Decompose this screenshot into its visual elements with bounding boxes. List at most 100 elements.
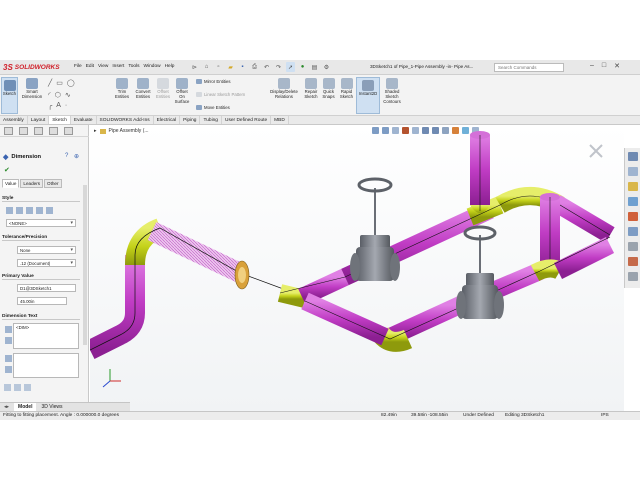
primary-reference-field[interactable]: D1@3DSketch1 <box>17 284 76 292</box>
tab-value[interactable]: Value <box>2 179 20 188</box>
flange[interactable] <box>234 260 250 290</box>
quick-snaps-button[interactable]: Quick Snaps <box>320 78 337 100</box>
resources-icon[interactable] <box>628 167 638 176</box>
dimension-text-field[interactable]: <DIM> <box>13 323 79 349</box>
graphics-area[interactable]: ▸ Pipe Assembly (... <box>90 125 624 411</box>
tab-nav-arrows[interactable]: ◂▸ <box>0 403 13 411</box>
tab-electrical[interactable]: Electrical <box>154 116 181 124</box>
menu-view[interactable]: View <box>98 64 108 69</box>
align-left-icon[interactable] <box>4 384 11 391</box>
menu-window[interactable]: Window <box>144 64 161 69</box>
custom-properties-icon[interactable] <box>628 242 638 251</box>
tab-evaluate[interactable]: Evaluate <box>71 116 97 124</box>
tab-model[interactable]: Model <box>14 403 37 411</box>
save-style-icon[interactable] <box>36 207 43 214</box>
minimize-icon[interactable]: – <box>590 62 594 70</box>
pin-icon[interactable]: ⊳ <box>190 62 199 72</box>
offset-entities-button[interactable]: Offset Entities <box>154 78 172 100</box>
new-icon[interactable]: ▫ <box>214 62 223 72</box>
options-icon[interactable]: ⚙ <box>322 62 331 72</box>
ok-icon[interactable]: ✔ <box>4 166 10 174</box>
tab-mbd[interactable]: MBD <box>271 116 289 124</box>
tab-assembly[interactable]: Assembly <box>0 116 28 124</box>
repair-sketch-button[interactable]: Repair Sketch <box>303 78 319 100</box>
text-icon[interactable]: A <box>56 102 61 110</box>
tab-leaders[interactable]: Leaders <box>20 179 44 188</box>
design-library-icon[interactable] <box>628 182 638 191</box>
style-group-header[interactable]: Style <box>2 196 80 202</box>
status-units[interactable]: IPS <box>601 412 609 420</box>
file-explorer-icon[interactable] <box>628 197 638 206</box>
search-commands-input[interactable]: Search Commands <box>494 63 564 72</box>
trim-entities-button[interactable]: Trim Entities <box>112 78 132 100</box>
undo-icon[interactable]: ↶ <box>262 62 271 72</box>
solidworks-forum-icon[interactable] <box>628 257 638 266</box>
smart-dimension-button[interactable]: Smart Dimension <box>19 78 45 100</box>
primary-value-group-header[interactable]: Primary Value <box>2 274 80 280</box>
tolerance-type-select[interactable]: None <box>17 246 76 254</box>
tab-other[interactable]: Other <box>44 179 62 188</box>
home-icon[interactable] <box>628 152 638 161</box>
rebuild-icon[interactable]: ● <box>298 62 307 72</box>
help-icon[interactable]: ? <box>65 153 68 159</box>
display-manager-icon[interactable] <box>64 127 73 135</box>
print-icon[interactable]: ⎙ <box>250 62 259 72</box>
menu-edit[interactable]: Edit <box>86 64 94 69</box>
arc-icon[interactable]: ◜ <box>48 91 51 99</box>
spline-icon[interactable]: ∿ <box>65 91 71 99</box>
add-style-icon[interactable] <box>16 207 23 214</box>
menu-insert[interactable]: Insert <box>112 64 124 69</box>
instant2d-button[interactable]: Instant2D <box>356 77 380 114</box>
gate-valve-lower[interactable] <box>456 225 504 319</box>
point-icon[interactable]: · <box>65 102 67 110</box>
lower-pipe-run[interactable] <box>90 236 615 365</box>
view-palette-icon[interactable] <box>628 227 638 236</box>
circle-icon[interactable]: ◯ <box>67 79 75 87</box>
display-delete-relations-button[interactable]: Display/Delete Relations <box>264 78 304 100</box>
convert-entities-button[interactable]: Convert Entities <box>133 78 153 100</box>
mirror-entities-button[interactable]: Mirror Entities <box>196 79 231 84</box>
tolerance-group-header[interactable]: Tolerance/Precision <box>2 235 80 241</box>
pushpin-icon[interactable]: ⊕ <box>74 153 79 160</box>
tab-addins[interactable]: SOLIDWORKS Add-Ins <box>97 116 154 124</box>
rectangle-icon[interactable]: ▭ <box>56 79 63 87</box>
solidworks-logo[interactable]: 3S SOLIDWORKS <box>3 62 60 73</box>
dimension-text-icon[interactable] <box>5 326 12 333</box>
view-below-icon[interactable] <box>5 366 12 373</box>
home-icon[interactable]: ⌂ <box>202 62 211 72</box>
pm-scrollbar[interactable] <box>83 185 87 345</box>
apply-default-style-icon[interactable] <box>6 207 13 214</box>
load-style-icon[interactable] <box>46 207 53 214</box>
close-icon[interactable]: ✕ <box>614 62 620 70</box>
upper-riser[interactable] <box>470 131 490 213</box>
save-icon[interactable]: ▪ <box>238 62 247 72</box>
style-select[interactable]: <NONE> <box>6 219 76 227</box>
menu-tools[interactable]: Tools <box>128 64 139 69</box>
gate-valve-upper[interactable] <box>350 177 400 281</box>
configuration-manager-icon[interactable] <box>34 127 43 135</box>
rapid-sketch-button[interactable]: Rapid Sketch <box>338 78 355 100</box>
linear-sketch-pattern-button[interactable]: Linear Sketch Pattern <box>196 92 245 97</box>
redo-icon[interactable]: ↷ <box>274 62 283 72</box>
menu-help[interactable]: Help <box>165 64 175 69</box>
additional-pane-icon[interactable] <box>628 272 638 281</box>
offset-on-surface-button[interactable]: Offset On Surface <box>173 78 191 104</box>
align-center-icon[interactable] <box>14 384 21 391</box>
dimension-text-below-field[interactable] <box>13 353 79 378</box>
feature-manager-icon[interactable] <box>4 127 13 135</box>
dimxpert-icon[interactable] <box>49 127 58 135</box>
confirmation-corner[interactable] <box>589 144 603 158</box>
precision-select[interactable]: .12 (Document) <box>17 259 76 267</box>
main-pipe-run[interactable] <box>277 187 615 308</box>
sketch-button[interactable]: Sketch <box>1 77 18 114</box>
left-pipe-run[interactable] <box>90 218 306 359</box>
open-icon[interactable]: ▰ <box>226 62 235 72</box>
property-manager-icon[interactable] <box>19 127 28 135</box>
move-entities-button[interactable]: Move Entities <box>196 105 230 110</box>
shaded-sketch-contours-button[interactable]: Shaded Sketch Contours <box>381 78 403 104</box>
line-icon[interactable]: ╱ <box>48 79 52 87</box>
tab-tubing[interactable]: Tubing <box>200 116 222 124</box>
tab-layout[interactable]: Layout <box>28 116 50 124</box>
tab-3d-views[interactable]: 3D Views <box>37 403 66 411</box>
fillet-icon[interactable]: ╭ <box>48 102 52 110</box>
